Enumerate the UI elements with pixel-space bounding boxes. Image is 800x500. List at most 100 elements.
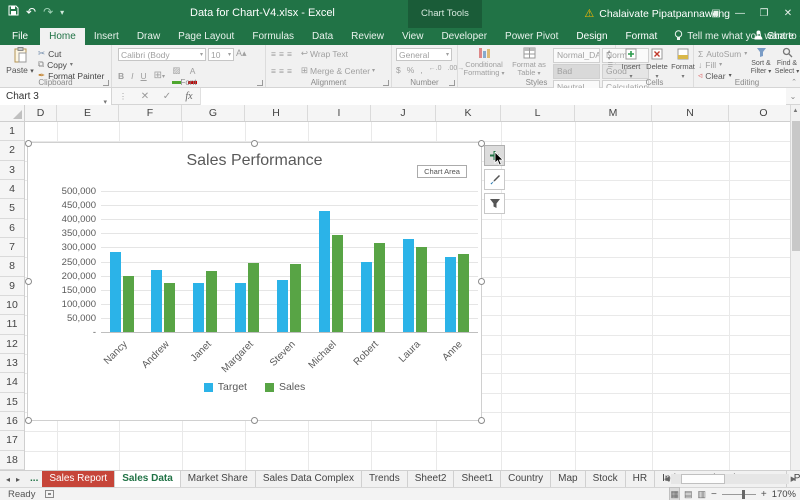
sheet-tab-map[interactable]: Map — [551, 471, 586, 487]
qat-customize-icon[interactable]: ▾ — [60, 8, 64, 17]
bar-sales-anne[interactable] — [457, 254, 469, 332]
bar-target-michael[interactable] — [318, 210, 330, 332]
bar-sales-margaret[interactable] — [248, 262, 260, 332]
zoom-slider-thumb[interactable] — [741, 489, 745, 499]
sheet-tab-market-share[interactable]: Market Share — [181, 471, 256, 487]
more-sheets-left[interactable]: ... — [26, 471, 42, 487]
align-center-icon[interactable]: ≡ — [279, 66, 284, 76]
bar-target-robert[interactable] — [360, 261, 372, 332]
tab-file[interactable]: File — [0, 28, 41, 45]
redo-icon[interactable]: ↷ — [43, 5, 53, 19]
percent-format-icon[interactable]: % — [407, 65, 415, 75]
wrap-text-button[interactable]: ↩ Wrap Text — [301, 48, 348, 59]
bar-target-janet[interactable] — [193, 282, 205, 332]
bar-target-nancy[interactable] — [109, 251, 121, 332]
row-header-7[interactable]: 7 — [0, 238, 24, 258]
chart-selection-handle[interactable] — [477, 416, 485, 424]
normal-view-icon[interactable]: ▦ — [669, 487, 680, 500]
legend-item-sales[interactable]: Sales — [264, 381, 305, 393]
ribbon-display-options-button[interactable]: ▣ — [704, 0, 728, 28]
format-cells-button[interactable]: Format ▾ — [670, 48, 696, 80]
clipboard-dialog-launcher[interactable] — [103, 80, 109, 86]
share-button[interactable]: Share — [754, 28, 794, 45]
row-header-12[interactable]: 12 — [0, 335, 24, 355]
bar-target-steven[interactable] — [277, 279, 289, 332]
tab-home[interactable]: Home — [40, 28, 85, 45]
tab-data[interactable]: Data — [303, 28, 342, 45]
prev-sheet-icon[interactable]: ◂ — [6, 475, 10, 484]
copy-button[interactable]: ⧉ Copy ▾ — [38, 59, 104, 70]
chart-elements-button[interactable] — [484, 145, 505, 166]
formula-input[interactable] — [200, 87, 786, 105]
tab-page-layout[interactable]: Page Layout — [169, 28, 243, 45]
sheet-tab-sheet2[interactable]: Sheet2 — [408, 471, 455, 487]
cut-button[interactable]: ✂ Cut — [38, 48, 104, 59]
row-header-10[interactable]: 10 — [0, 296, 24, 316]
chart-title[interactable]: Sales Performance — [28, 152, 481, 170]
tab-review[interactable]: Review — [342, 28, 393, 45]
name-box[interactable]: Chart 3 ▾ — [0, 87, 112, 106]
column-header-J[interactable]: J — [371, 105, 436, 121]
format-as-table-button[interactable]: Format as Table ▾ — [508, 47, 550, 78]
column-header-I[interactable]: I — [308, 105, 371, 121]
bar-sales-nancy[interactable] — [122, 275, 134, 332]
bar-target-anne[interactable] — [444, 257, 456, 332]
row-header-4[interactable]: 4 — [0, 180, 24, 200]
sheet-tab-trends[interactable]: Trends — [362, 471, 408, 487]
row-header-18[interactable]: 18 — [0, 451, 24, 470]
grow-font-icon[interactable]: A▴ — [236, 48, 247, 61]
insert-cells-button[interactable]: Insert ▾ — [618, 48, 644, 80]
row-header-6[interactable]: 6 — [0, 219, 24, 239]
row-header-11[interactable]: 11 — [0, 315, 24, 335]
zoom-out-icon[interactable]: − — [711, 489, 717, 500]
row-header-14[interactable]: 14 — [0, 373, 24, 393]
column-header-M[interactable]: M — [575, 105, 652, 121]
close-button[interactable]: ✕ — [776, 0, 800, 28]
page-layout-view-icon[interactable]: ▤ — [684, 488, 693, 500]
select-all-corner[interactable] — [0, 105, 25, 122]
bar-sales-janet[interactable] — [206, 271, 218, 332]
chart-selection-handle[interactable] — [477, 278, 485, 285]
column-header-O[interactable]: O — [729, 105, 790, 121]
save-icon[interactable] — [8, 5, 19, 19]
chart-selection-handle[interactable] — [251, 139, 258, 147]
undo-icon[interactable]: ↶ — [26, 5, 36, 19]
column-header-N[interactable]: N — [652, 105, 729, 121]
sheet-tab-sales-data[interactable]: Sales Data — [115, 471, 181, 487]
number-dialog-launcher[interactable] — [449, 80, 455, 86]
comma-format-icon[interactable]: , — [420, 65, 422, 75]
horizontal-scroll-track[interactable] — [671, 474, 789, 484]
sheet-tab-country[interactable]: Country — [501, 471, 552, 487]
column-header-K[interactable]: K — [436, 105, 501, 121]
next-sheet-icon[interactable]: ▸ — [16, 475, 20, 484]
fill-button[interactable]: ↓ Fill ▾ — [698, 59, 747, 70]
sheet-tab-hr[interactable]: HR — [626, 471, 656, 487]
legend-item-target[interactable]: Target — [203, 381, 247, 393]
row-header-15[interactable]: 15 — [0, 393, 24, 413]
column-header-G[interactable]: G — [182, 105, 245, 121]
tab-formulas[interactable]: Formulas — [243, 28, 303, 45]
increase-decimal-icon[interactable]: ←.0 — [429, 65, 442, 75]
align-bottom-icon[interactable]: ≡ — [287, 49, 292, 59]
tab-draw[interactable]: Draw — [128, 28, 169, 45]
chart-selection-handle[interactable] — [25, 278, 32, 285]
enter-formula-icon[interactable]: ✓ — [156, 91, 178, 102]
chart-legend[interactable]: Target Sales — [28, 381, 481, 393]
expand-formula-bar-icon[interactable]: ⌄ — [786, 92, 800, 101]
cancel-formula-icon[interactable]: ✕ — [134, 91, 156, 102]
tab-developer[interactable]: Developer — [432, 28, 496, 45]
minimize-button[interactable]: — — [728, 0, 752, 28]
chart-styles-button[interactable] — [484, 169, 505, 190]
macro-record-icon[interactable] — [45, 490, 55, 498]
row-header-2[interactable]: 2 — [0, 141, 24, 161]
chart-selection-handle[interactable] — [25, 139, 32, 147]
row-header-3[interactable]: 3 — [0, 161, 24, 180]
column-header-E[interactable]: E — [57, 105, 119, 121]
cell-style-normal-dat-[interactable]: Normal_DAT... — [553, 48, 600, 63]
zoom-level[interactable]: 170% — [772, 489, 796, 500]
horizontal-scrollbar[interactable]: ◀ ▶ — [664, 473, 796, 485]
tab-power-pivot[interactable]: Power Pivot — [496, 28, 567, 45]
sheet-tab-sales-report[interactable]: Sales Report — [42, 471, 116, 487]
bar-sales-robert[interactable] — [373, 243, 385, 332]
align-top-icon[interactable]: ≡ — [271, 49, 276, 59]
